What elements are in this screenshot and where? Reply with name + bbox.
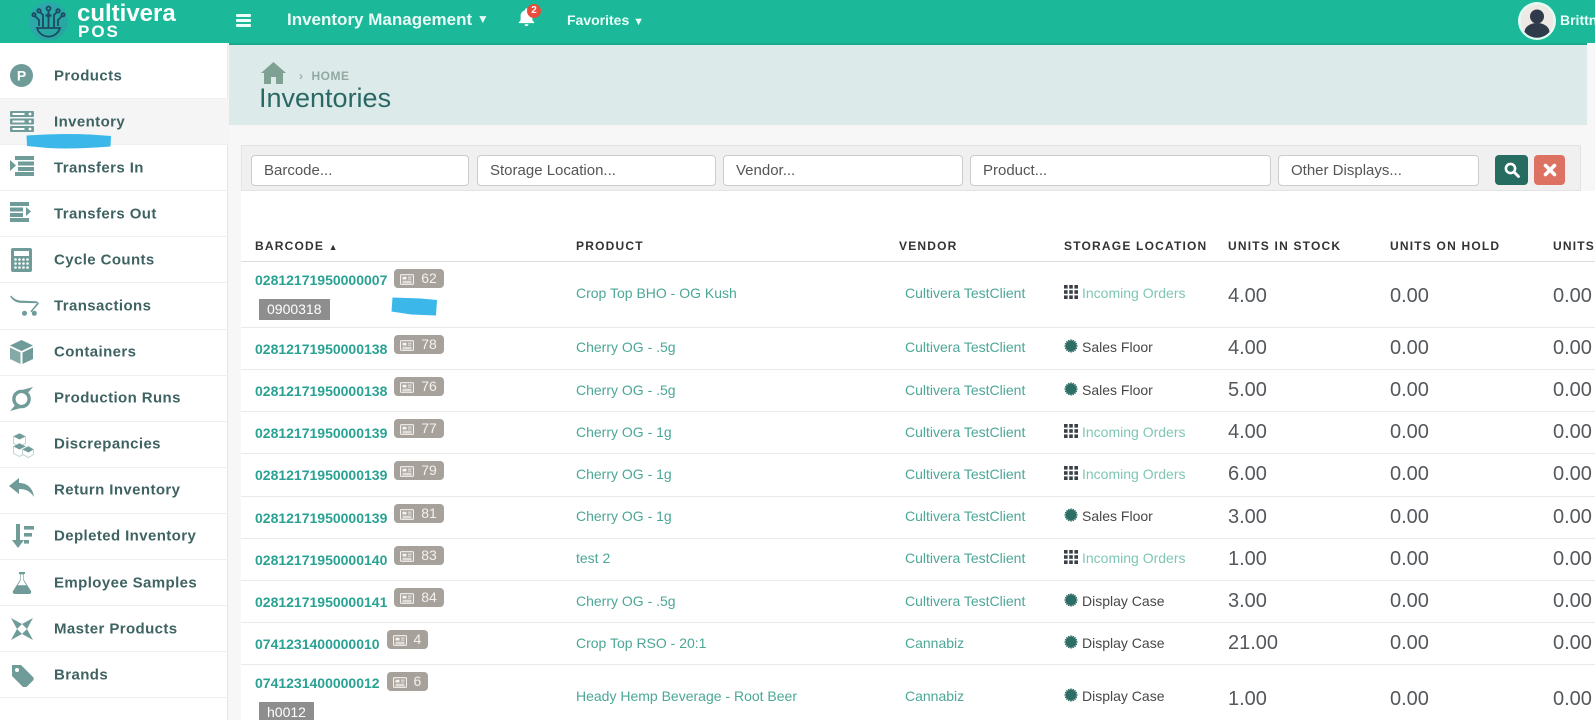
svg-text:P: P (17, 67, 26, 83)
